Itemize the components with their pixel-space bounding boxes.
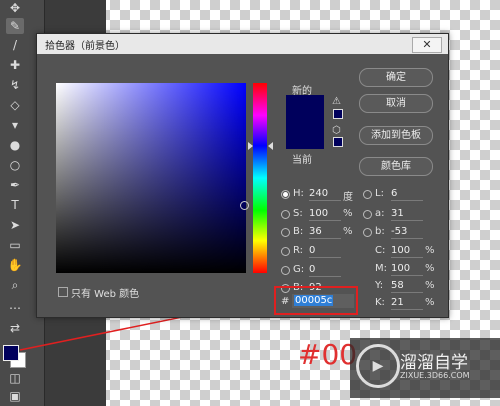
hue-slider[interactable] <box>253 83 267 273</box>
dialog-title: 拾色器（前景色） <box>45 41 125 52</box>
black-input[interactable]: 21 <box>391 297 423 310</box>
web-colors-label: 只有 Web 颜色 <box>71 289 140 300</box>
b-channel-input[interactable]: -53 <box>391 226 423 239</box>
hue-slider-handle-right[interactable] <box>268 142 273 150</box>
gamut-swatch[interactable] <box>333 109 343 119</box>
annotation-hex-text: #00 <box>298 338 358 371</box>
hue-unit: 度 <box>343 192 353 203</box>
green-input[interactable]: 0 <box>309 264 341 277</box>
current-color-label: 当前 <box>292 155 312 166</box>
black-unit: % <box>425 297 435 308</box>
cyan-label: C: <box>375 245 386 256</box>
yellow-unit: % <box>425 280 435 291</box>
yellow-input[interactable]: 58 <box>391 280 423 293</box>
magenta-unit: % <box>425 263 435 274</box>
highlight-box <box>274 286 358 315</box>
web-safe-cube-icon[interactable]: ⬡ <box>332 125 341 136</box>
add-to-swatches-button[interactable]: 添加到色板 <box>359 126 433 145</box>
color-libraries-button[interactable]: 颜色库 <box>359 157 433 176</box>
a-channel-input[interactable]: 31 <box>391 208 423 221</box>
hue-input[interactable]: 240 <box>309 188 341 201</box>
new-color-preview <box>286 95 324 123</box>
red-label: R: <box>293 245 304 256</box>
lightness-label: L: <box>375 188 384 199</box>
hue-radio[interactable] <box>281 190 290 199</box>
lightness-input[interactable]: 6 <box>391 188 423 201</box>
yellow-label: Y: <box>375 280 384 291</box>
saturation-input[interactable]: 100 <box>309 208 341 221</box>
cyan-input[interactable]: 100 <box>391 245 423 258</box>
dialog-titlebar: 拾色器（前景色） ✕ <box>37 34 448 54</box>
current-color-preview[interactable] <box>286 123 324 149</box>
b-channel-label: b: <box>375 226 385 237</box>
cyan-unit: % <box>425 245 435 256</box>
saturation-unit: % <box>343 208 353 219</box>
close-icon[interactable]: ✕ <box>412 37 442 53</box>
red-input[interactable]: 0 <box>309 245 341 258</box>
b-channel-radio[interactable] <box>363 228 372 237</box>
gamut-warning-icon[interactable]: ⚠ <box>332 96 341 107</box>
hue-slider-handle-left[interactable] <box>248 142 253 150</box>
brightness-radio[interactable] <box>281 228 290 237</box>
hue-label: H: <box>293 188 304 199</box>
saturation-brightness-field[interactable] <box>56 83 246 273</box>
watermark-subtitle: ZIXUE.3D66.COM <box>400 371 470 380</box>
black-label: K: <box>375 297 385 308</box>
web-colors-checkbox[interactable] <box>58 287 68 297</box>
watermark-title: 溜溜自学 <box>400 353 468 373</box>
green-label: G: <box>293 264 305 275</box>
color-cursor[interactable] <box>240 201 249 210</box>
a-channel-label: a: <box>375 208 385 219</box>
green-radio[interactable] <box>281 266 290 275</box>
brightness-input[interactable]: 36 <box>309 226 341 239</box>
cancel-button[interactable]: 取消 <box>359 94 433 113</box>
a-channel-radio[interactable] <box>363 210 372 219</box>
play-icon: ▶ <box>356 344 400 388</box>
red-radio[interactable] <box>281 247 290 256</box>
saturation-label: S: <box>293 208 303 219</box>
web-safe-swatch[interactable] <box>333 137 343 147</box>
brightness-label: B: <box>293 226 304 237</box>
ok-button[interactable]: 确定 <box>359 68 433 87</box>
saturation-radio[interactable] <box>281 210 290 219</box>
brightness-unit: % <box>343 226 353 237</box>
lightness-radio[interactable] <box>363 190 372 199</box>
color-picker-dialog: 拾色器（前景色） ✕ 新的 当前 ⚠ ⬡ 确定 取消 添加到色板 颜色库 H: … <box>36 33 449 318</box>
magenta-input[interactable]: 100 <box>391 263 423 276</box>
magenta-label: M: <box>375 263 387 274</box>
